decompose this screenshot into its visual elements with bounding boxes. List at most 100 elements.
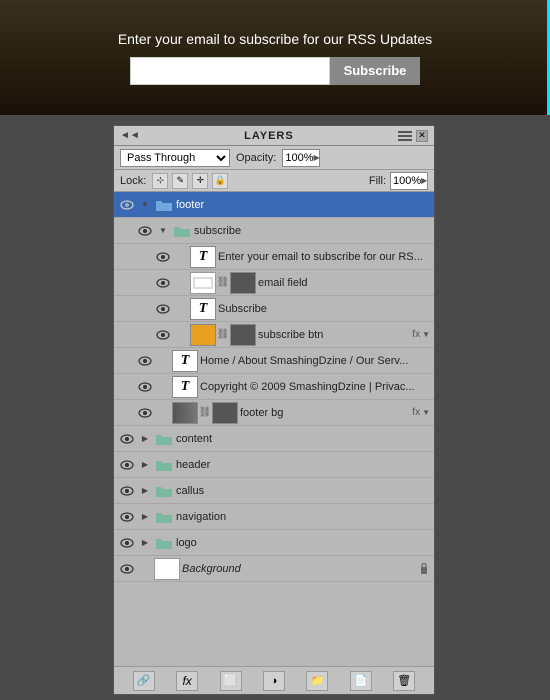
panel-close-button[interactable]: ✕ — [416, 130, 428, 142]
layer-item[interactable]: ⛓ subscribe btn fx ▼ — [114, 322, 434, 348]
visibility-toggle[interactable] — [136, 352, 154, 370]
lock-row: Lock: ⊹ ✎ ✛ 🔒 Fill: 100% ▶ — [114, 170, 434, 192]
layer-item[interactable]: ▶ logo — [114, 530, 434, 556]
layer-item[interactable]: T Home / About SmashingDzine / Our Serv.… — [114, 348, 434, 374]
visibility-toggle[interactable] — [118, 430, 136, 448]
layer-name: subscribe btn — [258, 329, 408, 341]
email-input[interactable] — [130, 57, 330, 85]
layer-item[interactable]: ▼ footer — [114, 192, 434, 218]
expand-arrow[interactable]: ▶ — [138, 510, 152, 524]
link-layers-button[interactable]: 🔗 — [133, 671, 155, 691]
thumb-group: ⛓ — [190, 324, 256, 346]
layer-item[interactable]: T Copyright © 2009 SmashingDzine | Priva… — [114, 374, 434, 400]
banner-form: Subscribe — [130, 57, 421, 85]
layer-item[interactable]: ▼ subscribe — [114, 218, 434, 244]
lock-paint-icon[interactable]: ✎ — [172, 173, 188, 189]
folder-icon — [172, 223, 192, 239]
visibility-toggle[interactable] — [154, 326, 172, 344]
layer-name: navigation — [176, 511, 430, 523]
layer-name: logo — [176, 537, 430, 549]
layer-item[interactable]: ▶ content — [114, 426, 434, 452]
layer-item[interactable]: ▶ callus — [114, 478, 434, 504]
opacity-value[interactable]: 100% ▶ — [282, 149, 320, 167]
layer-item[interactable]: Background — [114, 556, 434, 582]
layer-thumbnail-mask — [230, 272, 256, 294]
visibility-toggle[interactable] — [136, 222, 154, 240]
folder-icon — [154, 457, 174, 473]
visibility-toggle[interactable] — [118, 196, 136, 214]
layer-thumbnail-main — [190, 324, 216, 346]
fill-arrow[interactable]: ▶ — [421, 176, 427, 185]
fx-button[interactable]: fx — [176, 671, 198, 691]
layer-thumbnail-mask — [212, 402, 238, 424]
text-thumbnail: T — [190, 246, 216, 268]
layer-name: footer — [176, 199, 430, 211]
fill-value[interactable]: 100% ▶ — [390, 172, 428, 190]
layer-name: Enter your email to subscribe for our RS… — [218, 251, 430, 263]
text-thumbnail: T — [172, 376, 198, 398]
layer-name: footer bg — [240, 407, 408, 419]
folder-icon — [154, 483, 174, 499]
layer-list: ▼ footer ▼ subscribe T Enter your email — [114, 192, 434, 666]
subscribe-button[interactable]: Subscribe — [330, 57, 421, 85]
visibility-toggle[interactable] — [118, 508, 136, 526]
layer-thumbnail-background — [154, 558, 180, 580]
visibility-toggle[interactable] — [118, 560, 136, 578]
visibility-toggle[interactable] — [136, 378, 154, 396]
layer-item[interactable]: ▶ header — [114, 452, 434, 478]
thumb-group: ⛓ — [172, 402, 238, 424]
layer-name: content — [176, 433, 430, 445]
layer-item[interactable]: T Subscribe — [114, 296, 434, 322]
fx-badge: fx — [412, 407, 420, 418]
expand-arrow[interactable]: ▼ — [156, 224, 170, 238]
new-layer-button[interactable]: 📄 — [350, 671, 372, 691]
fx-expand-arrow[interactable]: ▼ — [422, 330, 430, 339]
visibility-toggle[interactable] — [136, 404, 154, 422]
visibility-toggle[interactable] — [118, 534, 136, 552]
visibility-toggle[interactable] — [154, 248, 172, 266]
fx-expand-arrow[interactable]: ▼ — [422, 408, 430, 417]
expand-arrow[interactable]: ▶ — [138, 432, 152, 446]
lock-position-icon[interactable]: ⊹ — [152, 173, 168, 189]
folder-icon — [154, 535, 174, 551]
visibility-toggle[interactable] — [118, 456, 136, 474]
blend-mode-select[interactable]: Pass Through — [120, 149, 230, 167]
panel-collapse-arrows[interactable]: ◄◄ — [120, 130, 140, 141]
layer-item[interactable]: ⛓ email field — [114, 270, 434, 296]
layer-name: header — [176, 459, 430, 471]
panel-menu-icon[interactable] — [398, 130, 412, 142]
thumb-group: ⛓ — [190, 272, 256, 294]
expand-arrow[interactable]: ▶ — [138, 458, 152, 472]
layer-name: callus — [176, 485, 430, 497]
chain-icon: ⛓ — [218, 324, 228, 346]
layer-name: Background — [182, 563, 416, 575]
layer-item[interactable]: T Enter your email to subscribe for our … — [114, 244, 434, 270]
new-group-button[interactable]: 📁 — [306, 671, 328, 691]
fill-area: Fill: 100% ▶ — [369, 172, 428, 190]
lock-all-icon[interactable]: 🔒 — [212, 173, 228, 189]
visibility-toggle[interactable] — [118, 482, 136, 500]
delete-layer-button[interactable]: 🗑 — [393, 671, 415, 691]
layer-item[interactable]: ⛓ footer bg fx ▼ — [114, 400, 434, 426]
expand-arrow[interactable]: ▶ — [138, 484, 152, 498]
opacity-label: Opacity: — [236, 152, 276, 164]
layer-name: subscribe — [194, 225, 430, 237]
layer-name: Home / About SmashingDzine / Our Serv... — [200, 355, 430, 367]
fx-badge: fx — [412, 329, 420, 340]
lock-label: Lock: — [120, 175, 146, 187]
layer-item[interactable]: ▶ navigation — [114, 504, 434, 530]
folder-icon — [154, 197, 174, 213]
adjustment-button[interactable]: ◑ — [263, 671, 285, 691]
lock-badge — [418, 562, 430, 576]
opacity-arrow[interactable]: ▶ — [314, 153, 320, 162]
lock-move-icon[interactable]: ✛ — [192, 173, 208, 189]
add-mask-button[interactable]: ⬜ — [220, 671, 242, 691]
folder-icon — [154, 431, 174, 447]
expand-arrow[interactable]: ▶ — [138, 536, 152, 550]
lock-icons: ⊹ ✎ ✛ 🔒 — [152, 173, 228, 189]
layer-name: Copyright © 2009 SmashingDzine | Privac.… — [200, 381, 430, 393]
visibility-toggle[interactable] — [154, 274, 172, 292]
chain-icon: ⛓ — [200, 402, 210, 424]
visibility-toggle[interactable] — [154, 300, 172, 318]
expand-arrow[interactable]: ▼ — [138, 198, 152, 212]
